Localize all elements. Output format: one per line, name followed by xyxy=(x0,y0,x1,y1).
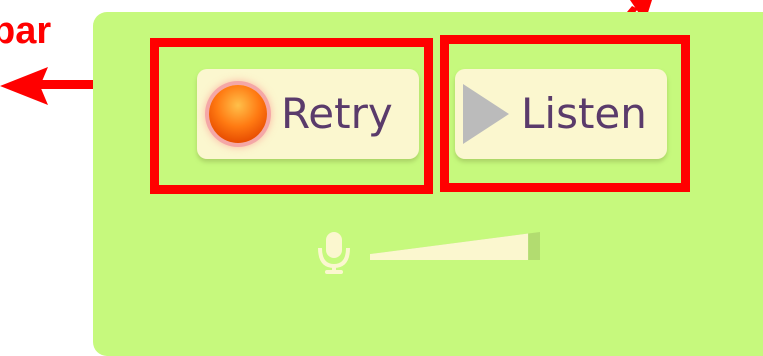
annotation-label: bar xyxy=(0,10,52,52)
annotation-box-retry xyxy=(150,38,433,194)
mic-level-meter xyxy=(370,232,540,260)
annotation-box-listen xyxy=(440,35,690,192)
microphone-icon xyxy=(318,232,350,274)
